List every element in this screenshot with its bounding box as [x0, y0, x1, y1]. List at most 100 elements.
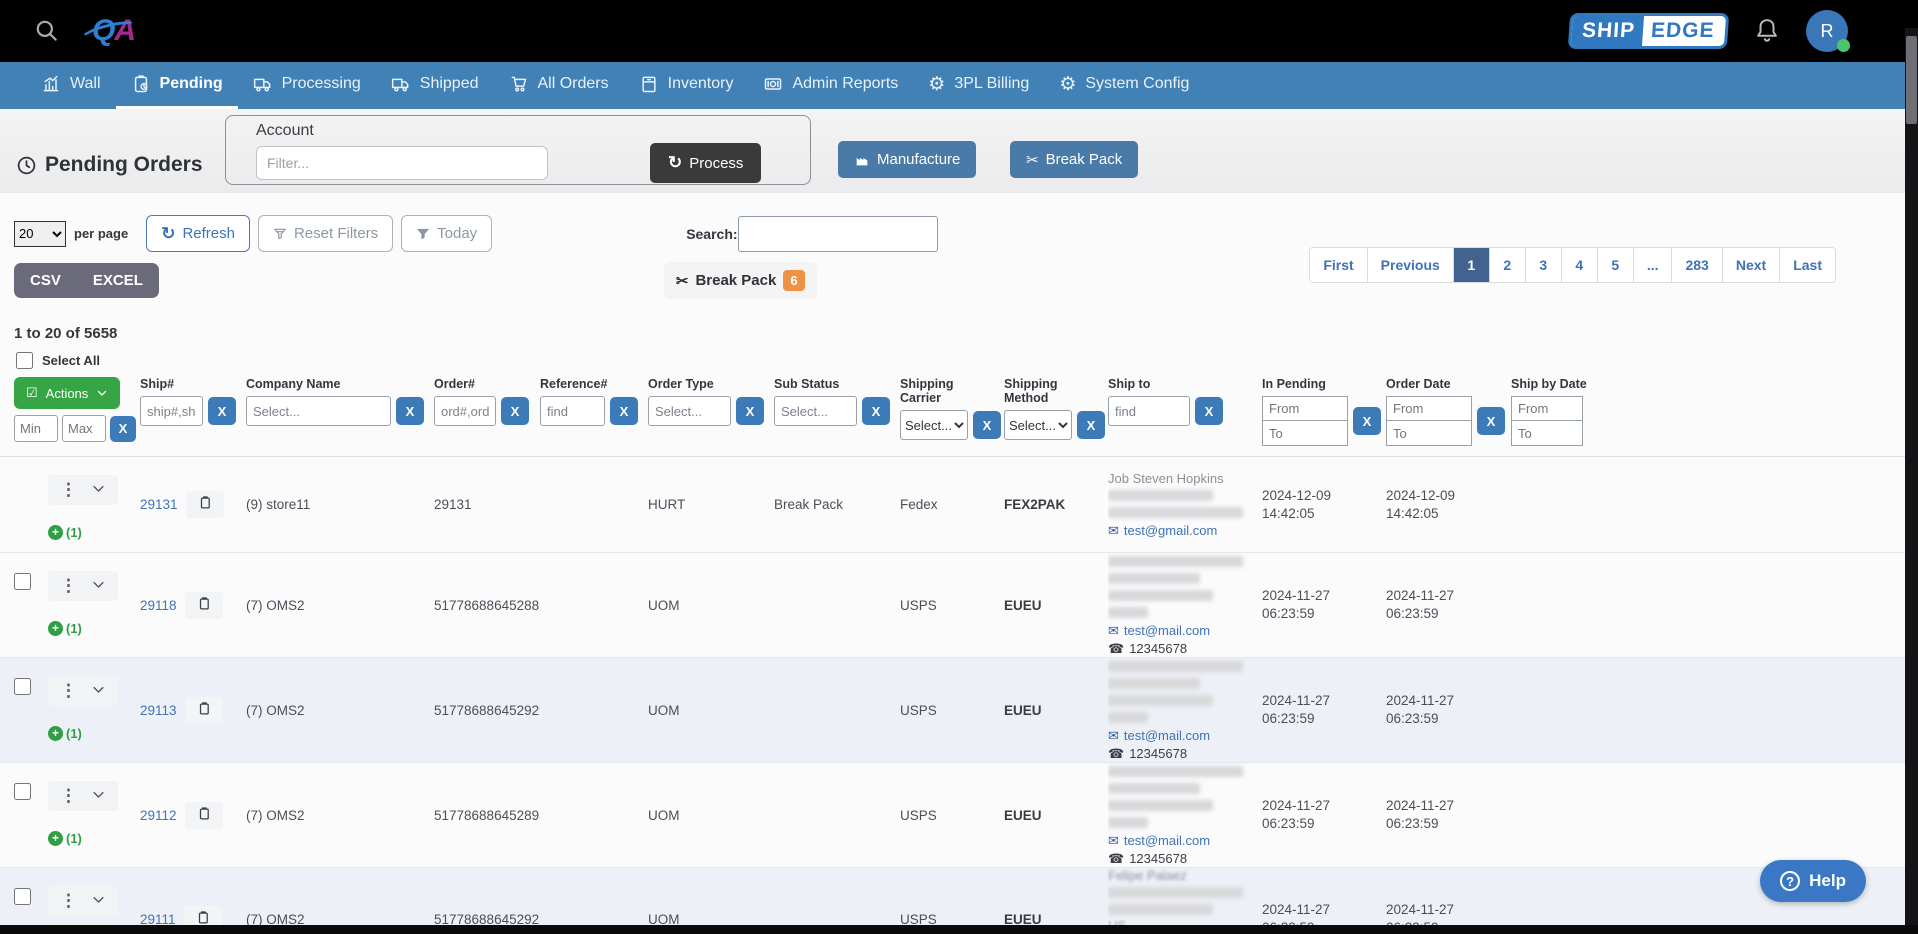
horizontal-scrollbar[interactable] — [0, 925, 1918, 934]
vertical-scrollbar-thumb[interactable] — [1906, 36, 1917, 124]
kebab-menu-icon[interactable]: ⋮ — [60, 579, 77, 593]
pagination-page-4[interactable]: 4 — [1562, 248, 1598, 282]
pagination-page-283[interactable]: 283 — [1672, 248, 1722, 282]
copy-icon[interactable] — [185, 592, 223, 619]
ship-number-link[interactable]: 29112 — [140, 808, 177, 823]
expand-chevron-icon[interactable] — [91, 577, 106, 595]
copy-icon[interactable] — [186, 491, 224, 518]
row-checkbox[interactable] — [14, 888, 31, 905]
method-filter-select[interactable]: Select... — [1004, 410, 1072, 440]
select-all-checkbox[interactable] — [16, 352, 33, 369]
pagination-page-1[interactable]: 1 — [1454, 248, 1490, 282]
ship-filter-input[interactable] — [140, 396, 203, 426]
today-button[interactable]: Today — [401, 215, 492, 252]
nav-tab-inventory[interactable]: Inventory — [624, 62, 749, 109]
help-button[interactable]: ? Help — [1760, 860, 1866, 902]
csv-button[interactable]: CSV — [14, 263, 77, 298]
carrier-filter-select[interactable]: Select... — [900, 410, 968, 440]
clear-in-pending-filter-button[interactable]: X — [1353, 407, 1381, 435]
nav-tab-pending[interactable]: Pending — [116, 62, 238, 109]
order-filter-input[interactable] — [434, 396, 496, 426]
recipient-email[interactable]: ✉ test@mail.com — [1108, 728, 1210, 744]
row-checkbox[interactable] — [14, 573, 31, 590]
row-checkbox[interactable] — [14, 678, 31, 695]
in-pending-from-input[interactable] — [1262, 396, 1348, 421]
notifications-bell-icon[interactable] — [1754, 16, 1780, 46]
ship-by-from-input[interactable] — [1511, 396, 1583, 421]
kebab-menu-icon[interactable]: ⋮ — [60, 483, 77, 497]
nav-tab-3pl-billing[interactable]: ⚙ 3PL Billing — [913, 62, 1044, 109]
expand-chevron-icon[interactable] — [91, 481, 106, 499]
qa-logo[interactable]: QA — [86, 14, 141, 48]
clear-carrier-filter-button[interactable]: X — [973, 411, 1001, 439]
nav-tab-shipped[interactable]: Shipped — [376, 62, 494, 109]
nav-tab-all-orders[interactable]: All Orders — [494, 62, 624, 109]
vertical-scrollbar[interactable] — [1905, 28, 1918, 925]
reset-filters-button[interactable]: Reset Filters — [258, 215, 393, 252]
ship-number-link[interactable]: 29131 — [140, 497, 178, 512]
pagination-last[interactable]: Last — [1780, 248, 1835, 282]
order-date-from-input[interactable] — [1386, 396, 1472, 421]
clear-method-filter-button[interactable]: X — [1077, 411, 1105, 439]
order-date-to-input[interactable] — [1386, 421, 1472, 446]
nav-tab-processing[interactable]: Processing — [238, 62, 376, 109]
clear-reference-filter-button[interactable]: X — [610, 397, 638, 425]
expand-items-link[interactable]: + (1) — [48, 726, 118, 741]
pagination-ellipsis[interactable]: ... — [1634, 248, 1673, 282]
clear-minmax-button[interactable]: X — [110, 416, 136, 442]
company-filter-input[interactable] — [246, 396, 391, 426]
min-input[interactable] — [14, 415, 58, 442]
kebab-menu-icon[interactable]: ⋮ — [60, 894, 77, 908]
sub-status-filter-input[interactable] — [774, 396, 857, 426]
copy-icon[interactable] — [185, 802, 223, 829]
kebab-menu-icon[interactable]: ⋮ — [60, 684, 77, 698]
kebab-menu-icon[interactable]: ⋮ — [60, 789, 77, 803]
copy-icon[interactable] — [185, 697, 223, 724]
clear-order-type-filter-button[interactable]: X — [736, 397, 764, 425]
ship-to-filter-input[interactable] — [1108, 396, 1190, 426]
expand-chevron-icon[interactable] — [91, 892, 106, 910]
expand-chevron-icon[interactable] — [91, 787, 106, 805]
ship-number-link[interactable]: 29113 — [140, 703, 177, 718]
per-page-select[interactable]: 20 — [14, 221, 66, 247]
break-pack-button[interactable]: ✂ Break Pack — [1010, 141, 1138, 178]
clear-sub-status-filter-button[interactable]: X — [862, 397, 890, 425]
nav-tab-wall[interactable]: Wall — [26, 62, 116, 109]
recipient-email[interactable]: ✉ test@mail.com — [1108, 623, 1210, 639]
break-pack-filter-chip[interactable]: ✂ Break Pack 6 — [664, 262, 817, 299]
clear-order-filter-button[interactable]: X — [501, 397, 529, 425]
recipient-email[interactable]: ✉ test@gmail.com — [1108, 523, 1217, 539]
ship-number-link[interactable]: 29118 — [140, 598, 177, 613]
clear-company-filter-button[interactable]: X — [396, 397, 424, 425]
clear-order-date-filter-button[interactable]: X — [1477, 407, 1505, 435]
ship-by-to-input[interactable] — [1511, 421, 1583, 446]
pagination-previous[interactable]: Previous — [1368, 248, 1454, 282]
max-input[interactable] — [62, 415, 106, 442]
account-filter-input[interactable] — [256, 146, 548, 180]
pagination-page-2[interactable]: 2 — [1490, 248, 1526, 282]
expand-items-link[interactable]: + (1) — [48, 525, 118, 540]
in-pending-to-input[interactable] — [1262, 421, 1348, 446]
recipient-email[interactable]: ✉ test@mail.com — [1108, 833, 1210, 849]
actions-dropdown-button[interactable]: ☑ Actions — [14, 377, 120, 409]
user-avatar[interactable]: R — [1806, 10, 1848, 52]
expand-items-link[interactable]: + (1) — [48, 621, 118, 636]
expand-items-link[interactable]: + (1) — [48, 831, 118, 846]
order-type-filter-input[interactable] — [648, 396, 731, 426]
nav-tab-system-config[interactable]: ⚙ System Config — [1044, 62, 1204, 109]
refresh-button[interactable]: ↻ Refresh — [146, 215, 250, 252]
expand-chevron-icon[interactable] — [91, 682, 106, 700]
reference-filter-input[interactable] — [540, 396, 605, 426]
search-input[interactable] — [738, 216, 938, 252]
pagination-page-5[interactable]: 5 — [1598, 248, 1634, 282]
pagination-page-3[interactable]: 3 — [1526, 248, 1562, 282]
clear-ship-filter-button[interactable]: X — [208, 397, 236, 425]
search-icon[interactable] — [34, 18, 60, 44]
pagination-first[interactable]: First — [1310, 248, 1367, 282]
manufacture-button[interactable]: Manufacture — [838, 141, 976, 178]
pagination-next[interactable]: Next — [1723, 248, 1780, 282]
nav-tab-admin-reports[interactable]: Admin Reports — [748, 62, 913, 109]
row-checkbox[interactable] — [14, 783, 31, 800]
process-button[interactable]: ↻ Process — [650, 143, 761, 183]
excel-button[interactable]: EXCEL — [77, 263, 159, 298]
